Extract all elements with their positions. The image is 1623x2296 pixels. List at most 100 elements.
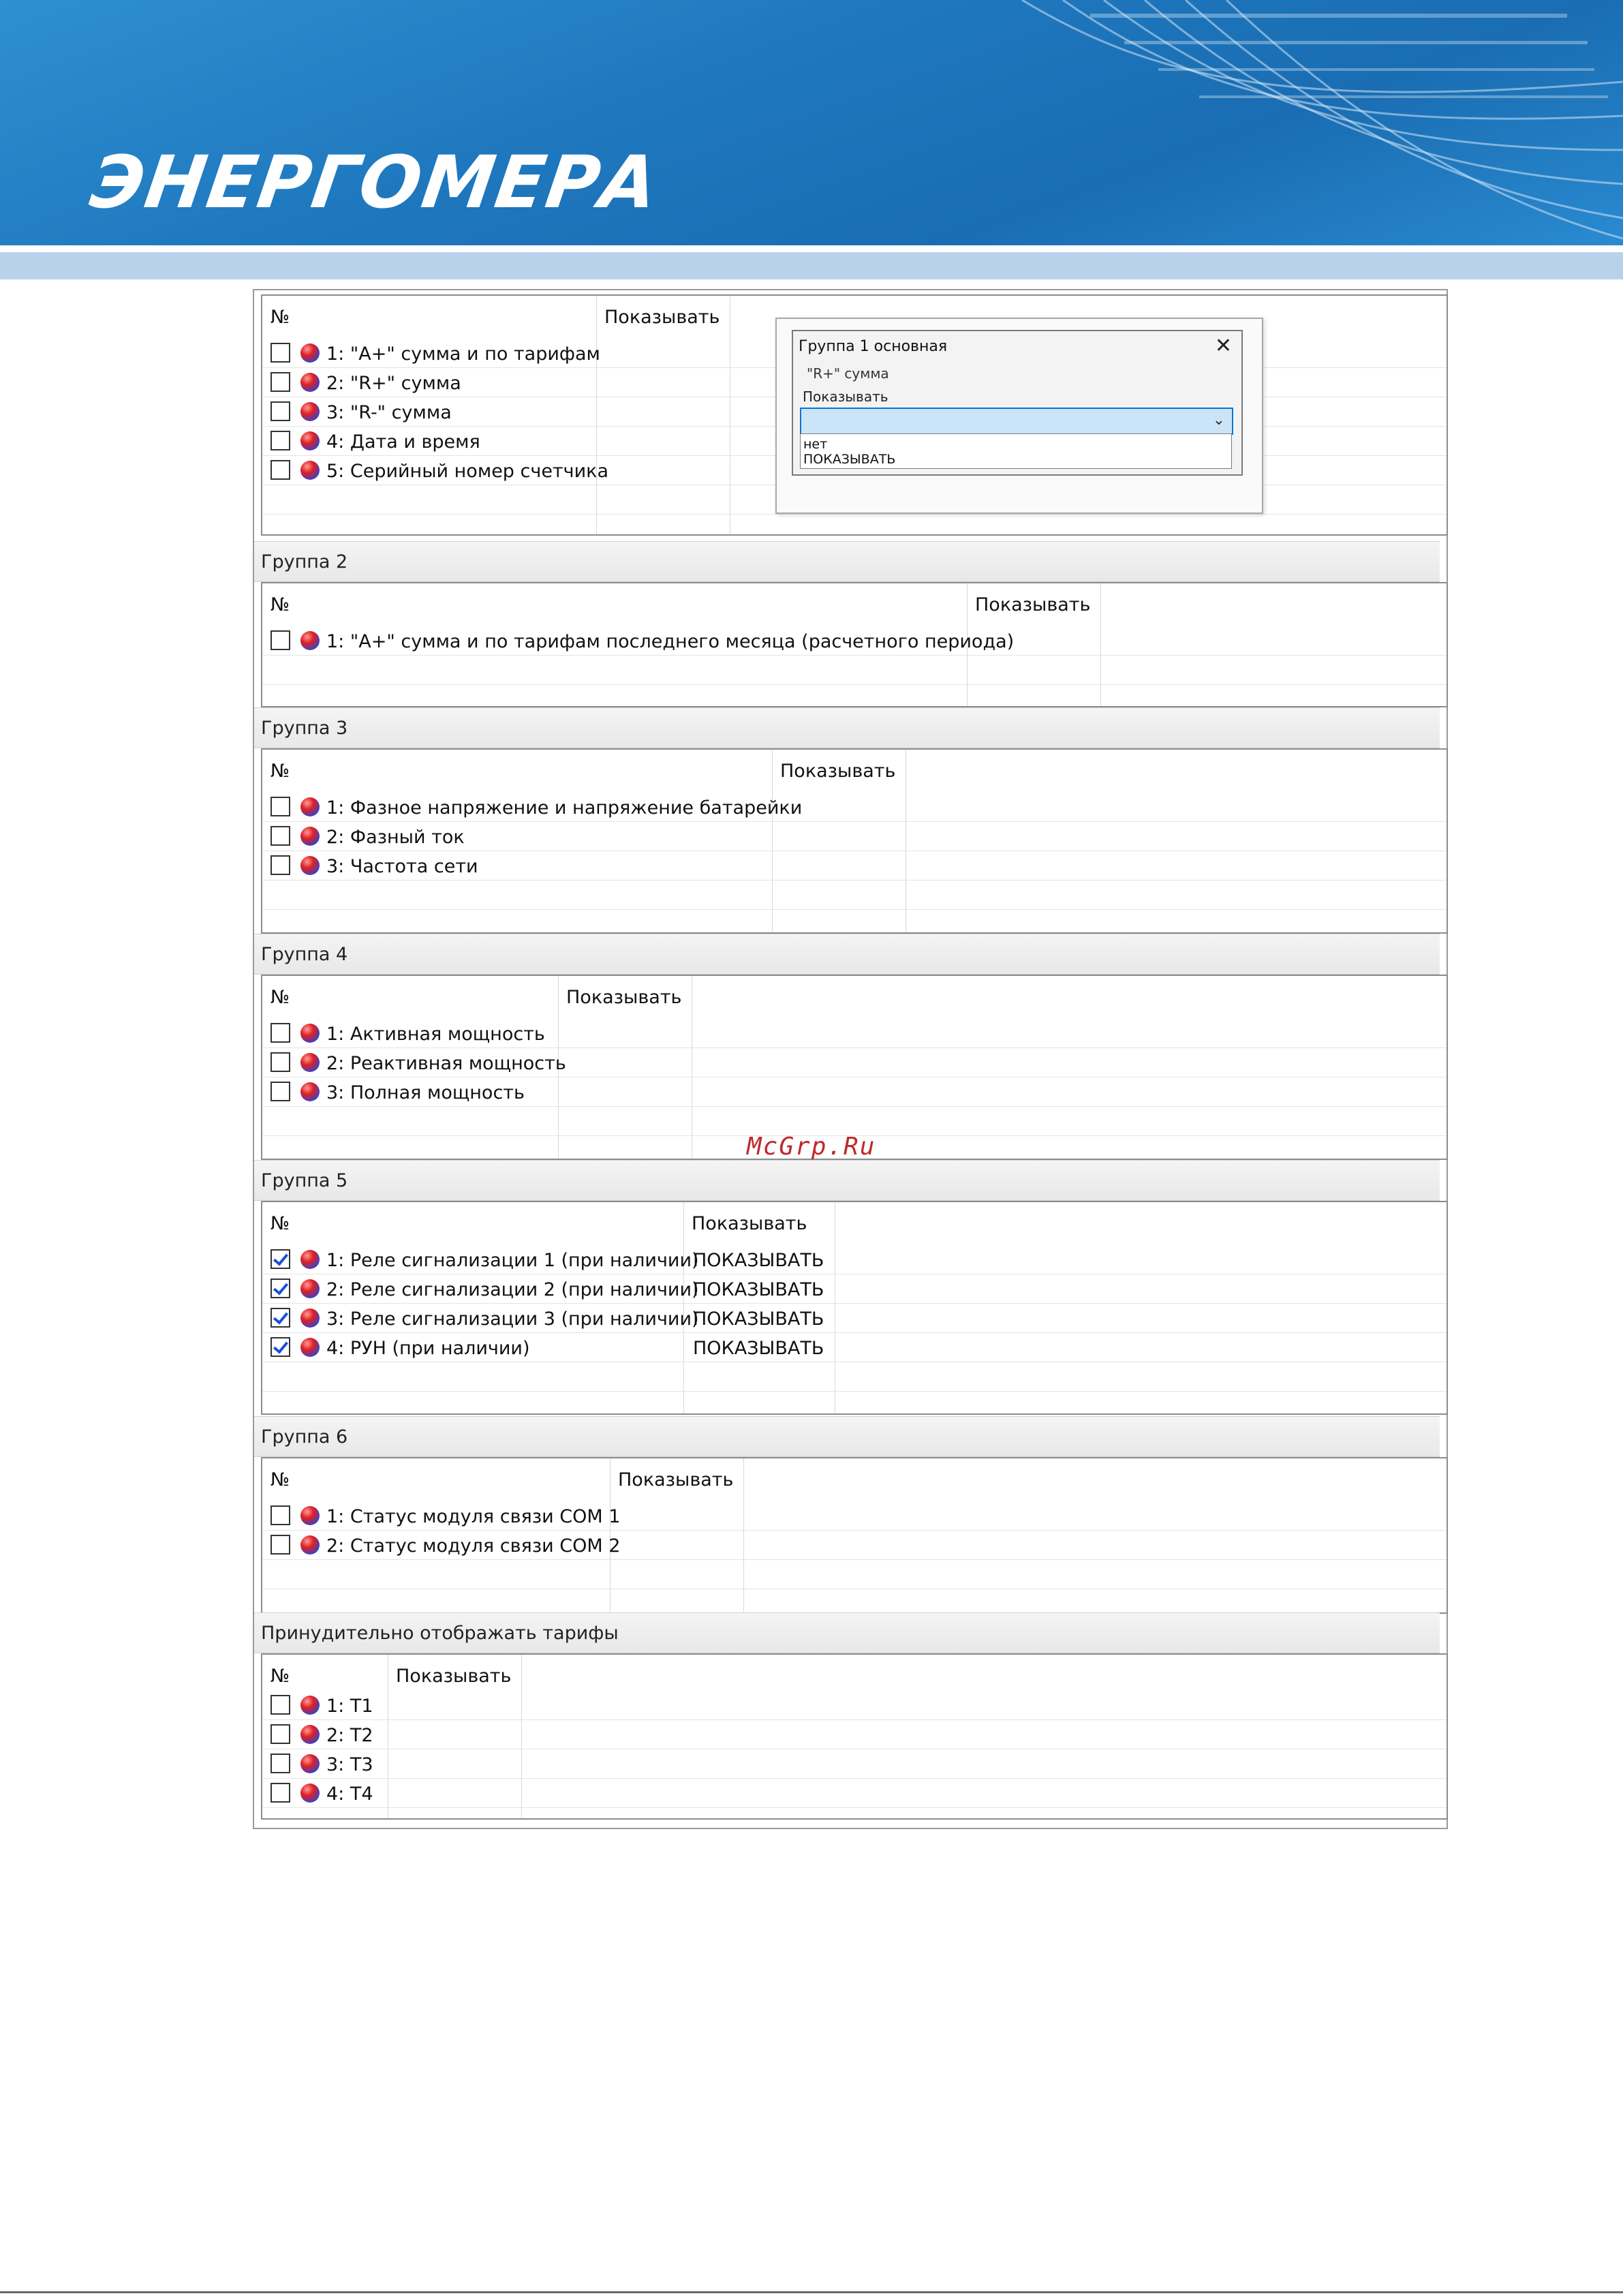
col-show-header[interactable]: Показывать [558, 976, 692, 1011]
checkbox[interactable] [270, 460, 290, 480]
list-item[interactable]: 2: Реле сигнализации 2 (при наличии) ПОКА… [262, 1274, 1447, 1304]
checkbox[interactable] [270, 1695, 290, 1715]
list-item[interactable]: 1: Активная мощность [262, 1018, 1447, 1048]
group5-header: Группа 5 [254, 1160, 1440, 1201]
list-item[interactable]: 3: Полная мощность [262, 1077, 1447, 1107]
header-banner: ЭНЕРГОМЕРА [0, 0, 1623, 245]
checkbox[interactable] [270, 1724, 290, 1744]
list-item[interactable]: 2: T2 [262, 1719, 1447, 1749]
group3-header: Группа 3 [254, 707, 1440, 748]
col-number-header: № [262, 296, 597, 331]
col-show-header[interactable]: Показывать [596, 296, 730, 331]
edit-dialog: Группа 1 основная ✕ "R+" сумма Показыват… [792, 330, 1243, 476]
page-bottom-line [0, 2291, 1623, 2293]
checkbox[interactable] [270, 826, 290, 846]
col-show-header[interactable]: Показывать [772, 750, 906, 785]
status-ball-icon [300, 797, 320, 816]
tariffs-header: Принудительно отображать тарифы [254, 1612, 1440, 1653]
group6-header: Группа 6 [254, 1416, 1440, 1457]
col-show-header[interactable]: Показывать [683, 1202, 835, 1238]
checkbox[interactable] [270, 431, 290, 450]
checkbox[interactable] [270, 855, 290, 875]
display-settings-window: № Показывать 1: "A+" сумма и по тарифам … [253, 289, 1448, 1829]
list-item[interactable]: 1: Реле сигнализации 1 (при наличии) ПОКА… [262, 1244, 1447, 1274]
list-item[interactable]: 1: Фазное напряжение и напряжение батаре… [262, 792, 1447, 822]
col-number-header: № [262, 1655, 388, 1690]
checkbox[interactable] [270, 1052, 290, 1072]
list-item[interactable]: 3: T3 [262, 1749, 1447, 1779]
col-show-header[interactable]: Показывать [967, 583, 1101, 619]
tariffs-grid: № Показывать 1: T1 2: T2 3: T3 4: T4 [261, 1653, 1448, 1820]
col-number-header: № [262, 750, 773, 785]
group2-grid: № Показывать 1: "A+" сумма и по тарифам … [261, 582, 1448, 707]
status-ball-icon [300, 1535, 320, 1555]
checkbox[interactable] [270, 1023, 290, 1043]
status-ball-icon [300, 1338, 320, 1357]
checkbox-checked[interactable] [270, 1308, 290, 1328]
show-value[interactable]: ПОКАЗЫВАТЬ [693, 1338, 824, 1359]
col-show-header[interactable]: Показывать [388, 1655, 522, 1690]
status-ball-icon [300, 343, 320, 363]
list-item[interactable]: 1: Статус модуля связи COM 1 [262, 1501, 1447, 1531]
list-item[interactable]: 1: "A+" сумма и по тарифам последнего ме… [262, 626, 1447, 656]
col-show-header[interactable]: Показывать [610, 1458, 744, 1494]
show-select[interactable]: ⌄ [800, 408, 1233, 435]
status-ball-icon [300, 1784, 320, 1803]
status-ball-icon [300, 1279, 320, 1298]
status-ball-icon [300, 1308, 320, 1328]
list-item[interactable]: 3: Реле сигнализации 3 (при наличии) ПОКА… [262, 1303, 1447, 1333]
option-no[interactable]: нет [803, 437, 827, 452]
status-ball-icon [300, 431, 320, 450]
status-ball-icon [300, 1754, 320, 1773]
col-number-header: № [262, 976, 559, 1011]
checkbox[interactable] [270, 1783, 290, 1803]
list-item[interactable]: 2: Фазный ток [262, 821, 1447, 851]
checkbox[interactable] [270, 343, 290, 363]
status-ball-icon [300, 1024, 320, 1043]
checkbox[interactable] [270, 372, 290, 392]
dialog-item-label: "R+" сумма [807, 365, 889, 382]
list-item[interactable]: 4: T4 [262, 1778, 1447, 1808]
checkbox[interactable] [270, 1754, 290, 1773]
company-logo: ЭНЕРГОМЕРА [85, 140, 664, 224]
checkbox-checked[interactable] [270, 1279, 290, 1298]
group4-header: Группа 4 [254, 934, 1440, 975]
checkbox[interactable] [270, 630, 290, 650]
dialog-field-label: Показывать [803, 388, 888, 405]
checkbox[interactable] [270, 1535, 290, 1555]
group2-header: Группа 2 [254, 541, 1440, 582]
status-ball-icon [300, 1250, 320, 1269]
show-value[interactable]: ПОКАЗЫВАТЬ [693, 1250, 824, 1271]
group6-grid: № Показывать 1: Статус модуля связи COM … [261, 1457, 1448, 1614]
list-item[interactable]: 1: T1 [262, 1690, 1447, 1720]
status-ball-icon [300, 631, 320, 650]
checkbox[interactable] [270, 401, 290, 421]
chevron-down-icon[interactable]: ⌄ [1213, 412, 1225, 429]
show-value[interactable]: ПОКАЗЫВАТЬ [693, 1308, 824, 1330]
close-icon[interactable]: ✕ [1215, 334, 1232, 358]
option-show[interactable]: ПОКАЗЫВАТЬ [803, 452, 895, 467]
status-ball-icon [300, 402, 320, 421]
col-number-header: № [262, 583, 968, 619]
status-ball-icon [300, 1082, 320, 1101]
status-ball-icon [300, 1506, 320, 1525]
show-value[interactable]: ПОКАЗЫВАТЬ [693, 1279, 824, 1300]
watermark: McGrp.Ru [747, 1133, 876, 1161]
checkbox-checked[interactable] [270, 1249, 290, 1269]
list-item[interactable]: 4: РУН (при наличии) ПОКАЗЫВАТЬ [262, 1332, 1447, 1362]
status-ball-icon [300, 856, 320, 875]
list-item[interactable]: 3: Частота сети [262, 851, 1447, 881]
list-item[interactable]: 2: Статус модуля связи COM 2 [262, 1530, 1447, 1560]
status-ball-icon [300, 1053, 320, 1072]
group3-grid: № Показывать 1: Фазное напряжение и напр… [261, 748, 1448, 934]
status-ball-icon [300, 827, 320, 846]
status-ball-icon [300, 1725, 320, 1744]
checkbox[interactable] [270, 797, 290, 816]
checkbox[interactable] [270, 1505, 290, 1525]
header-band [0, 252, 1623, 279]
checkbox[interactable] [270, 1082, 290, 1101]
list-item[interactable]: 2: Реактивная мощность [262, 1047, 1447, 1077]
status-ball-icon [300, 373, 320, 392]
group5-grid: № Показывать 1: Реле сигнализации 1 (при… [261, 1201, 1448, 1415]
checkbox-checked[interactable] [270, 1337, 290, 1357]
